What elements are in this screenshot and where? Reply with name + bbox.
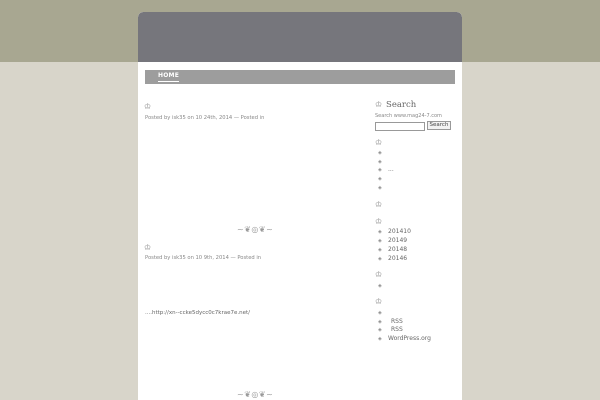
- widget-title-ornament-icon: ♔: [375, 138, 383, 147]
- archives-title-ornament-icon: ♔: [375, 217, 383, 226]
- meta-item[interactable]: ◈: [378, 309, 388, 317]
- search-button[interactable]: Search: [427, 121, 451, 130]
- diamond-bullet-icon: ◈: [378, 229, 382, 235]
- widget-title-ornament-icon: ♔: [375, 270, 383, 279]
- widget-title-ornament-icon: ♔: [375, 200, 383, 209]
- search-note: Search www.mag24-7.com: [375, 113, 442, 119]
- diamond-bullet-icon: ◈: [378, 319, 382, 325]
- meta-title-ornament-icon: ♔: [375, 297, 383, 306]
- archive-item[interactable]: ◈ 20149: [378, 237, 407, 245]
- list-item[interactable]: ◈...: [378, 166, 394, 174]
- meta-item[interactable]: ◈ WordPress.org: [378, 335, 431, 343]
- meta-item[interactable]: ◈ RSS: [378, 326, 403, 334]
- post-link-prefix: ....: [145, 310, 152, 316]
- list-item[interactable]: ◈: [378, 158, 388, 166]
- search-title-ornament-icon: ♔: [375, 100, 383, 109]
- search-input[interactable]: [375, 122, 425, 131]
- diamond-bullet-icon: ◈: [378, 336, 382, 342]
- flourish-divider-icon: ~❦◎❦~: [237, 225, 274, 234]
- post-link[interactable]: http://xn--ccke5dycc0c7krae7e.net/: [152, 310, 250, 317]
- diamond-bullet-icon: ◈: [378, 159, 382, 165]
- archive-item[interactable]: ◈ 20146: [378, 255, 407, 263]
- diamond-bullet-icon: ◈: [378, 283, 382, 289]
- post-meta: Posted by isk35 on 10 9th, 2014 — Posted…: [145, 255, 262, 261]
- diamond-bullet-icon: ◈: [378, 238, 382, 244]
- search-widget-title: Search: [386, 100, 417, 110]
- list-item[interactable]: ◈: [378, 282, 388, 290]
- diamond-bullet-icon: ◈: [378, 327, 382, 333]
- diamond-bullet-icon: ◈: [378, 167, 382, 173]
- nav-bar: HOME: [145, 70, 455, 84]
- archive-item[interactable]: ◈ 20148: [378, 246, 407, 254]
- archive-item[interactable]: ◈ 201410: [378, 228, 411, 236]
- nav-home-link[interactable]: HOME: [158, 71, 179, 82]
- diamond-bullet-icon: ◈: [378, 310, 382, 316]
- meta-item[interactable]: ◈ RSS: [378, 318, 403, 326]
- diamond-bullet-icon: ◈: [378, 256, 382, 262]
- list-item[interactable]: ◈: [378, 175, 388, 183]
- list-item[interactable]: ◈: [378, 149, 388, 157]
- post-title-ornament-icon: ♔: [144, 102, 152, 111]
- diamond-bullet-icon: ◈: [378, 176, 382, 182]
- post-title-ornament-icon: ♔: [144, 243, 152, 252]
- post-meta: Posted by isk35 on 10 24th, 2014 — Poste…: [145, 115, 265, 121]
- diamond-bullet-icon: ◈: [378, 247, 382, 253]
- diamond-bullet-icon: ◈: [378, 185, 382, 191]
- flourish-divider-icon: ~❦◎❦~: [237, 390, 274, 399]
- list-item[interactable]: ◈: [378, 184, 388, 192]
- site-header: [138, 12, 462, 62]
- diamond-bullet-icon: ◈: [378, 150, 382, 156]
